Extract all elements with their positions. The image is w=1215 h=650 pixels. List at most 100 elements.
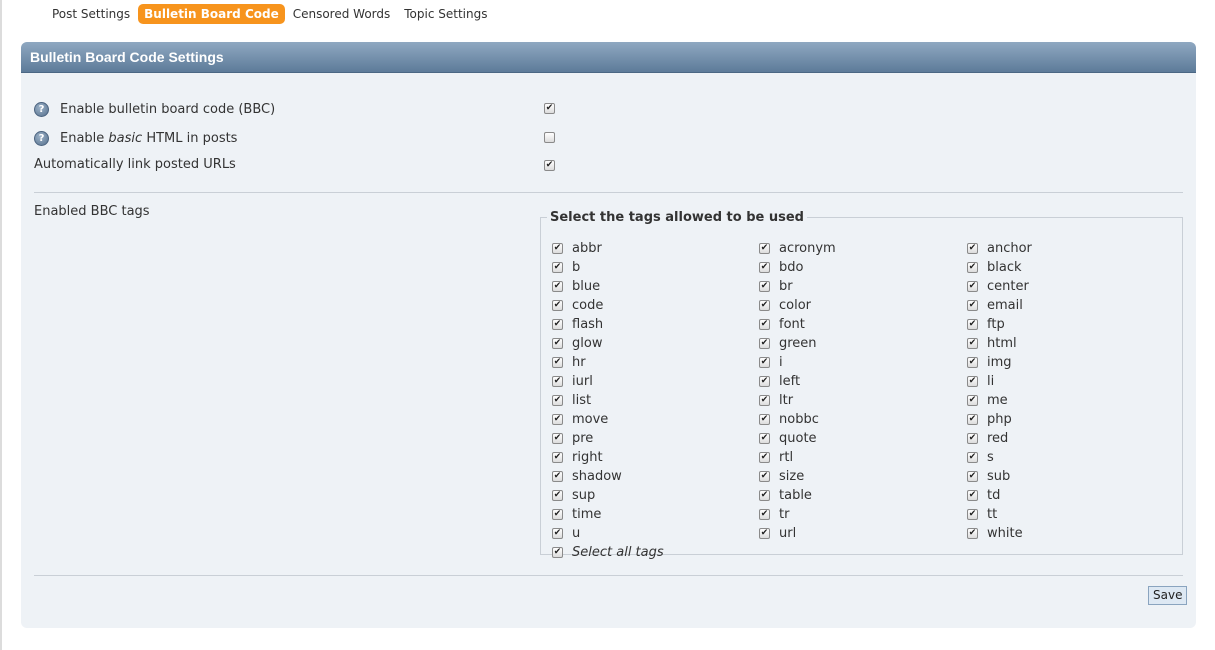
tag-item-td[interactable]: td <box>967 486 1167 505</box>
tag-item-iurl[interactable]: iurl <box>552 372 759 391</box>
tag-item-flash[interactable]: flash <box>552 315 759 334</box>
tag-checkbox[interactable] <box>759 376 770 387</box>
save-button[interactable]: Save <box>1148 586 1188 605</box>
tag-item-rtl[interactable]: rtl <box>759 448 967 467</box>
tag-item-sub[interactable]: sub <box>967 467 1167 486</box>
tag-checkbox[interactable] <box>759 281 770 292</box>
tag-item-img[interactable]: img <box>967 353 1167 372</box>
tag-checkbox[interactable] <box>967 528 978 539</box>
tag-checkbox[interactable] <box>759 452 770 463</box>
tag-checkbox[interactable] <box>967 452 978 463</box>
tag-checkbox[interactable] <box>759 471 770 482</box>
tag-checkbox[interactable] <box>967 300 978 311</box>
tag-checkbox[interactable] <box>759 300 770 311</box>
tag-item-center[interactable]: center <box>967 277 1167 296</box>
tag-checkbox[interactable] <box>967 319 978 330</box>
tag-checkbox[interactable] <box>759 243 770 254</box>
select-all-tags[interactable]: Select all tags <box>552 543 664 562</box>
tag-item-u[interactable]: u <box>552 524 759 543</box>
enable-basic-html-checkbox[interactable] <box>544 132 555 143</box>
tag-checkbox[interactable] <box>759 433 770 444</box>
tag-checkbox[interactable] <box>552 452 563 463</box>
select-all-checkbox[interactable] <box>552 547 563 558</box>
tag-item-bdo[interactable]: bdo <box>759 258 967 277</box>
tag-checkbox[interactable] <box>552 471 563 482</box>
tag-checkbox[interactable] <box>552 243 563 254</box>
tag-item-me[interactable]: me <box>967 391 1167 410</box>
tag-checkbox[interactable] <box>759 509 770 520</box>
tag-item-white[interactable]: white <box>967 524 1167 543</box>
tag-checkbox[interactable] <box>552 300 563 311</box>
tag-item-color[interactable]: color <box>759 296 967 315</box>
tag-item-time[interactable]: time <box>552 505 759 524</box>
tag-checkbox[interactable] <box>759 357 770 368</box>
tag-checkbox[interactable] <box>759 395 770 406</box>
tag-item-b[interactable]: b <box>552 258 759 277</box>
tag-item-glow[interactable]: glow <box>552 334 759 353</box>
tag-item-green[interactable]: green <box>759 334 967 353</box>
tag-checkbox[interactable] <box>967 490 978 501</box>
tab-topic-settings[interactable]: Topic Settings <box>398 4 493 24</box>
tag-item-i[interactable]: i <box>759 353 967 372</box>
tag-checkbox[interactable] <box>759 262 770 273</box>
tag-checkbox[interactable] <box>552 395 563 406</box>
tag-checkbox[interactable] <box>552 262 563 273</box>
tag-item-br[interactable]: br <box>759 277 967 296</box>
tag-checkbox[interactable] <box>967 338 978 349</box>
tag-checkbox[interactable] <box>759 490 770 501</box>
autolink-urls-checkbox[interactable] <box>544 160 555 171</box>
tag-item-font[interactable]: font <box>759 315 967 334</box>
tag-item-sup[interactable]: sup <box>552 486 759 505</box>
tag-item-abbr[interactable]: abbr <box>552 239 759 258</box>
tag-item-hr[interactable]: hr <box>552 353 759 372</box>
tag-item-size[interactable]: size <box>759 467 967 486</box>
tag-checkbox[interactable] <box>759 414 770 425</box>
tag-item-blue[interactable]: blue <box>552 277 759 296</box>
tag-checkbox[interactable] <box>759 528 770 539</box>
tag-checkbox[interactable] <box>967 281 978 292</box>
tab-bulletin-board-code[interactable]: Bulletin Board Code <box>138 4 285 24</box>
enable-bbc-checkbox[interactable] <box>544 103 555 114</box>
help-icon[interactable]: ? <box>34 130 49 146</box>
tab-censored-words[interactable]: Censored Words <box>287 4 397 24</box>
tag-checkbox[interactable] <box>552 509 563 520</box>
tag-checkbox[interactable] <box>967 357 978 368</box>
tag-item-code[interactable]: code <box>552 296 759 315</box>
tag-checkbox[interactable] <box>552 319 563 330</box>
tag-item-shadow[interactable]: shadow <box>552 467 759 486</box>
tag-item-pre[interactable]: pre <box>552 429 759 448</box>
tag-item-left[interactable]: left <box>759 372 967 391</box>
tag-checkbox[interactable] <box>759 338 770 349</box>
tag-checkbox[interactable] <box>552 281 563 292</box>
tag-item-anchor[interactable]: anchor <box>967 239 1167 258</box>
tag-item-s[interactable]: s <box>967 448 1167 467</box>
tag-item-php[interactable]: php <box>967 410 1167 429</box>
tag-item-quote[interactable]: quote <box>759 429 967 448</box>
tag-checkbox[interactable] <box>967 395 978 406</box>
tag-checkbox[interactable] <box>967 471 978 482</box>
tag-checkbox[interactable] <box>967 376 978 387</box>
tag-item-acronym[interactable]: acronym <box>759 239 967 258</box>
tag-item-li[interactable]: li <box>967 372 1167 391</box>
tag-item-nobbc[interactable]: nobbc <box>759 410 967 429</box>
tag-checkbox[interactable] <box>967 243 978 254</box>
tag-checkbox[interactable] <box>552 414 563 425</box>
tag-item-tr[interactable]: tr <box>759 505 967 524</box>
tag-item-ltr[interactable]: ltr <box>759 391 967 410</box>
tag-checkbox[interactable] <box>967 509 978 520</box>
tag-checkbox[interactable] <box>967 433 978 444</box>
tag-checkbox[interactable] <box>552 490 563 501</box>
tag-checkbox[interactable] <box>552 528 563 539</box>
tag-checkbox[interactable] <box>552 433 563 444</box>
tag-item-html[interactable]: html <box>967 334 1167 353</box>
tag-item-red[interactable]: red <box>967 429 1167 448</box>
tag-checkbox[interactable] <box>967 414 978 425</box>
tab-post-settings[interactable]: Post Settings <box>46 4 136 24</box>
tag-item-tt[interactable]: tt <box>967 505 1167 524</box>
tag-checkbox[interactable] <box>552 357 563 368</box>
tag-checkbox[interactable] <box>967 262 978 273</box>
tag-item-table[interactable]: table <box>759 486 967 505</box>
tag-checkbox[interactable] <box>552 338 563 349</box>
tag-item-email[interactable]: email <box>967 296 1167 315</box>
tag-item-ftp[interactable]: ftp <box>967 315 1167 334</box>
